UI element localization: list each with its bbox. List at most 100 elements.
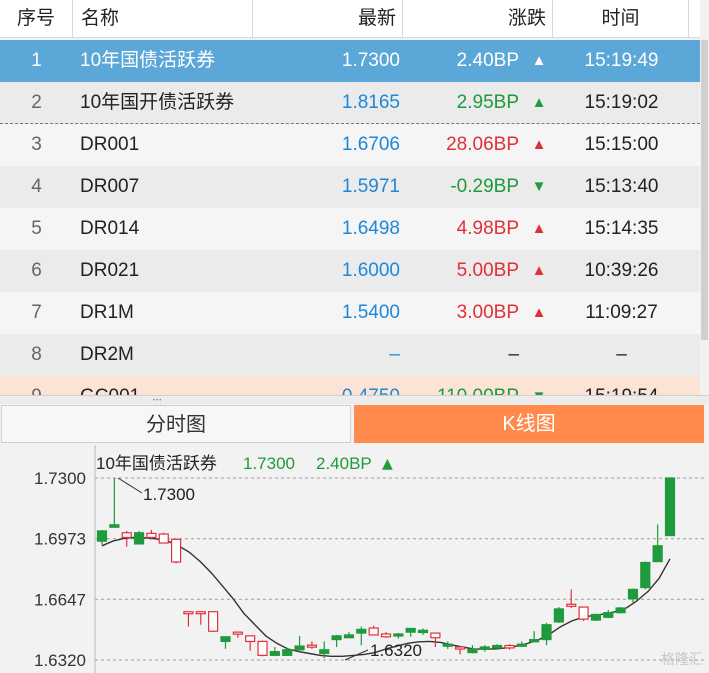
candle-body — [627, 588, 639, 600]
table-row[interactable]: 1 10年国债活跃券 1.7300 2.40BP ▲ 15:19:49 — [0, 40, 700, 82]
quote-table: 序号 名称 最新 涨跌 时间 1 10年国债活跃券 1.7300 2.40BP ▲ 15:… — [0, 0, 709, 395]
chart-last-price: 1.7300 — [243, 454, 295, 473]
row-last-price: – — [389, 344, 400, 365]
y-tick-label: 1.7300 — [34, 469, 86, 488]
table-row[interactable]: 5 DR014 1.6498 4.98BP ▲ 15:14:35 — [0, 208, 700, 250]
candle-body — [516, 643, 527, 647]
max-pointer-line — [117, 477, 143, 494]
table-scroll-thumb[interactable] — [701, 40, 708, 340]
row-change: 110.00BP — [405, 376, 519, 395]
tab-intraday[interactable]: 分时图 — [1, 405, 351, 443]
row-time: 10:39:26 — [584, 260, 659, 281]
row-index: 4 — [31, 176, 42, 197]
row-time: 15:19:02 — [584, 92, 659, 113]
row-last-price: 1.5400 — [341, 302, 400, 323]
row-change: 28.06BP — [446, 134, 519, 155]
row-name: GC001 — [80, 376, 320, 395]
up-arrow-icon: ▲ — [531, 136, 547, 153]
row-change: -0.29BP — [450, 176, 519, 197]
candle-body — [195, 611, 206, 615]
candle-body — [479, 646, 490, 650]
table-row[interactable]: 3 DR001 1.6706 28.06BP ▲ 15:15:00 — [0, 124, 700, 166]
table-header: 序号 名称 最新 涨跌 时间 — [0, 0, 709, 38]
chart-instrument-name: 10年国债活跃券 — [96, 454, 217, 473]
candle-body — [504, 644, 515, 649]
row-index: 6 — [31, 260, 42, 281]
row-time: 15:15:00 — [584, 134, 659, 155]
candle-body — [368, 627, 379, 636]
candle-body — [331, 635, 342, 641]
up-arrow-icon: ▲ — [531, 262, 547, 279]
row-index: 8 — [31, 344, 42, 365]
row-last-price: 1.6706 — [341, 134, 400, 155]
candle-body — [590, 613, 602, 621]
row-name: DR021 — [80, 260, 140, 281]
row-index: 1 — [31, 50, 42, 71]
row-last-price: 1.7300 — [341, 50, 400, 71]
row-index: 5 — [31, 218, 42, 239]
candle-body — [454, 646, 466, 650]
candle-body — [615, 607, 626, 614]
candle-body — [430, 632, 441, 639]
candle-body — [257, 640, 268, 656]
table-row[interactable]: 9 GC0010.4750 110.00BP ▼ 15:19:54 — [0, 376, 700, 395]
candle-body — [356, 628, 367, 634]
col-header-idx[interactable]: 序号 — [0, 0, 73, 38]
candle-body — [442, 643, 453, 647]
tab-kline[interactable]: K线图 — [354, 405, 704, 443]
chart-change: 2.40BP — [316, 454, 372, 473]
candle-body — [578, 606, 589, 620]
candle-body — [566, 603, 577, 607]
row-index: 2 — [31, 92, 42, 113]
up-arrow-icon: ▲ — [531, 220, 547, 237]
candle-body — [109, 524, 120, 528]
candle-body — [664, 477, 676, 537]
kline-svg: 1.7300 1.6973 1.6647 1.6320 10年国债活跃券 1.7300… — [34, 445, 705, 673]
candle-body — [306, 644, 318, 648]
row-change: 2.40BP — [456, 50, 519, 71]
kline-chart[interactable]: 1.7300 1.6973 1.6647 1.6320 10年国债活跃券 1.7300… — [0, 445, 709, 673]
candle-body — [121, 532, 132, 539]
table-row[interactable]: 7 DR1M 1.5400 3.00BP ▲ 11:09:27 — [0, 292, 700, 334]
down-arrow-icon: ▼ — [531, 178, 547, 195]
candle-body — [319, 649, 330, 655]
y-tick-label: 1.6647 — [34, 590, 86, 609]
row-change: 2.95BP — [456, 92, 519, 113]
col-header-name[interactable]: 名称 — [73, 0, 253, 38]
candle-body — [529, 638, 540, 643]
chart-max-label: 1.7300 — [143, 485, 195, 504]
row-name: DR007 — [80, 176, 140, 197]
down-arrow-icon: ▼ — [528, 376, 550, 395]
table-scrollbar[interactable] — [700, 0, 709, 395]
row-last-price: 1.5971 — [341, 176, 400, 197]
row-index: 9 — [0, 376, 73, 395]
pane-splitter[interactable]: •••••• — [0, 395, 709, 410]
chart-change-arrow-icon: ▲ — [382, 456, 393, 472]
candle-body — [652, 545, 663, 563]
table-row[interactable]: 6 DR021 1.6000 5.00BP ▲ 10:39:26 — [0, 250, 700, 292]
candle-body — [208, 611, 219, 632]
row-last-price: 1.6498 — [341, 218, 400, 239]
chart-tabs: 分时图 K线图 — [0, 405, 709, 443]
row-time: 15:19:49 — [584, 50, 659, 71]
candle-body — [294, 645, 305, 651]
row-last-price: 1.8165 — [341, 92, 400, 113]
candle-body — [96, 530, 108, 542]
candle-body — [603, 612, 614, 618]
candle-body — [467, 648, 478, 654]
row-time: 11:09:27 — [585, 302, 658, 323]
row-last-price: 1.6000 — [341, 260, 400, 281]
table-row[interactable]: 2 10年国开债活跃券 1.8165 2.95BP ▲ 15:19:02 — [0, 82, 700, 124]
table-row[interactable]: 4 DR007 1.5971 -0.29BP ▼ 15:13:40 — [0, 166, 700, 208]
row-name: DR014 — [80, 218, 140, 239]
col-header-time[interactable]: 时间 — [553, 0, 689, 38]
candle-body — [417, 629, 429, 634]
row-change: – — [508, 344, 519, 365]
table-row[interactable]: 8 DR2M – – – — [0, 334, 700, 376]
candle-body — [380, 633, 392, 638]
col-header-change[interactable]: 涨跌 — [403, 0, 553, 38]
row-time: 15:19:54 — [555, 376, 688, 395]
col-header-last[interactable]: 最新 — [253, 0, 403, 38]
candle-body — [146, 532, 157, 539]
candle-body — [393, 633, 404, 637]
